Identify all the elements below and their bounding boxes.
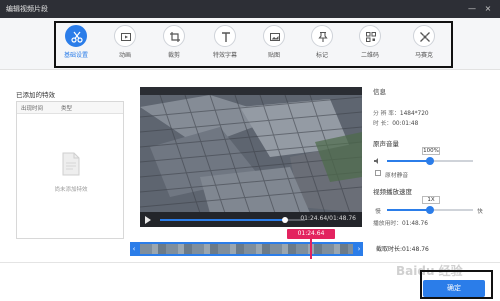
close-button[interactable]: ×: [482, 3, 494, 15]
timeline-cursor-time: 01:24.64: [287, 229, 335, 239]
play-icon[interactable]: [145, 216, 151, 224]
speed-fast-label: 快: [477, 209, 483, 215]
play-time-label: 播放用时：: [373, 221, 402, 227]
effects-table: 出现时间 类型 尚未添加特效: [16, 101, 124, 239]
info-title: 信息: [373, 88, 386, 96]
trim-start-handle[interactable]: ‹: [130, 242, 138, 256]
speed-slider-fill: [387, 209, 430, 211]
player-controls: 01:24.64/01:48.76: [140, 212, 362, 227]
speed-slow-label: 慢: [375, 209, 381, 215]
duration-value: 00:01:48: [392, 121, 419, 127]
effects-panel-title: 已添加的特效: [16, 91, 55, 99]
volume-value: 100%: [422, 147, 440, 155]
volume-slider[interactable]: [387, 157, 473, 165]
time-display: 01:24.64/01:48.76: [300, 215, 356, 222]
play-time-row: 播放用时：01:48.76: [373, 218, 428, 227]
timeline-playhead[interactable]: [310, 239, 312, 259]
speaker-icon[interactable]: [373, 157, 381, 165]
window-title: 编辑视频片段: [6, 5, 48, 13]
duration-label: 时 长：: [373, 121, 393, 127]
playback-progress-fill: [160, 219, 285, 221]
volume-title: 原声音量: [373, 140, 399, 148]
empty-document-icon: [62, 152, 80, 176]
play-time-value: 01:48.76: [402, 221, 428, 227]
properties-panel: 信息 分 辨 率：1484*720 时 长：00:01:48 原声音量 100%…: [373, 86, 485, 246]
playback-progress[interactable]: [160, 217, 305, 223]
minimize-button[interactable]: —: [466, 3, 478, 15]
resolution-label: 分 辨 率：: [373, 111, 400, 117]
confirm-highlight-frame: [420, 270, 493, 299]
trim-end-handle[interactable]: ›: [355, 242, 363, 256]
cursor-time-label: 01:24.64: [297, 230, 325, 237]
resolution-row: 分 辨 率：1484*720: [373, 108, 429, 117]
effects-table-header: 出现时间 类型: [17, 102, 123, 114]
video-preview[interactable]: [140, 87, 362, 227]
speed-slider-knob[interactable]: [426, 206, 434, 214]
resolution-value: 1484*720: [399, 111, 429, 117]
video-frame-image: [140, 87, 362, 227]
duration-row: 时 长：00:01:48: [373, 118, 418, 127]
col-time-header: 出现时间: [21, 106, 44, 112]
volume-slider-knob[interactable]: [426, 157, 434, 165]
speed-slider[interactable]: [387, 206, 473, 214]
timeline-thumbnails: [140, 244, 353, 254]
playback-knob[interactable]: [281, 217, 288, 223]
mute-checkbox[interactable]: [375, 170, 381, 176]
effects-panel: 已添加的特效 出现时间 类型 尚未添加特效: [16, 89, 124, 239]
empty-state-text: 尚未添加特效: [54, 187, 88, 193]
toolbar-highlight-frame: [54, 21, 453, 68]
volume-slider-fill: [387, 160, 430, 162]
col-type-header: 类型: [61, 106, 73, 112]
mute-label: 原材静音: [385, 173, 409, 179]
speed-title: 视频播放速度: [373, 188, 412, 196]
title-bar: 编辑视频片段 — ×: [0, 0, 500, 18]
speed-value: 1X: [422, 196, 440, 204]
timeline-strip[interactable]: ‹ ›: [130, 239, 363, 259]
